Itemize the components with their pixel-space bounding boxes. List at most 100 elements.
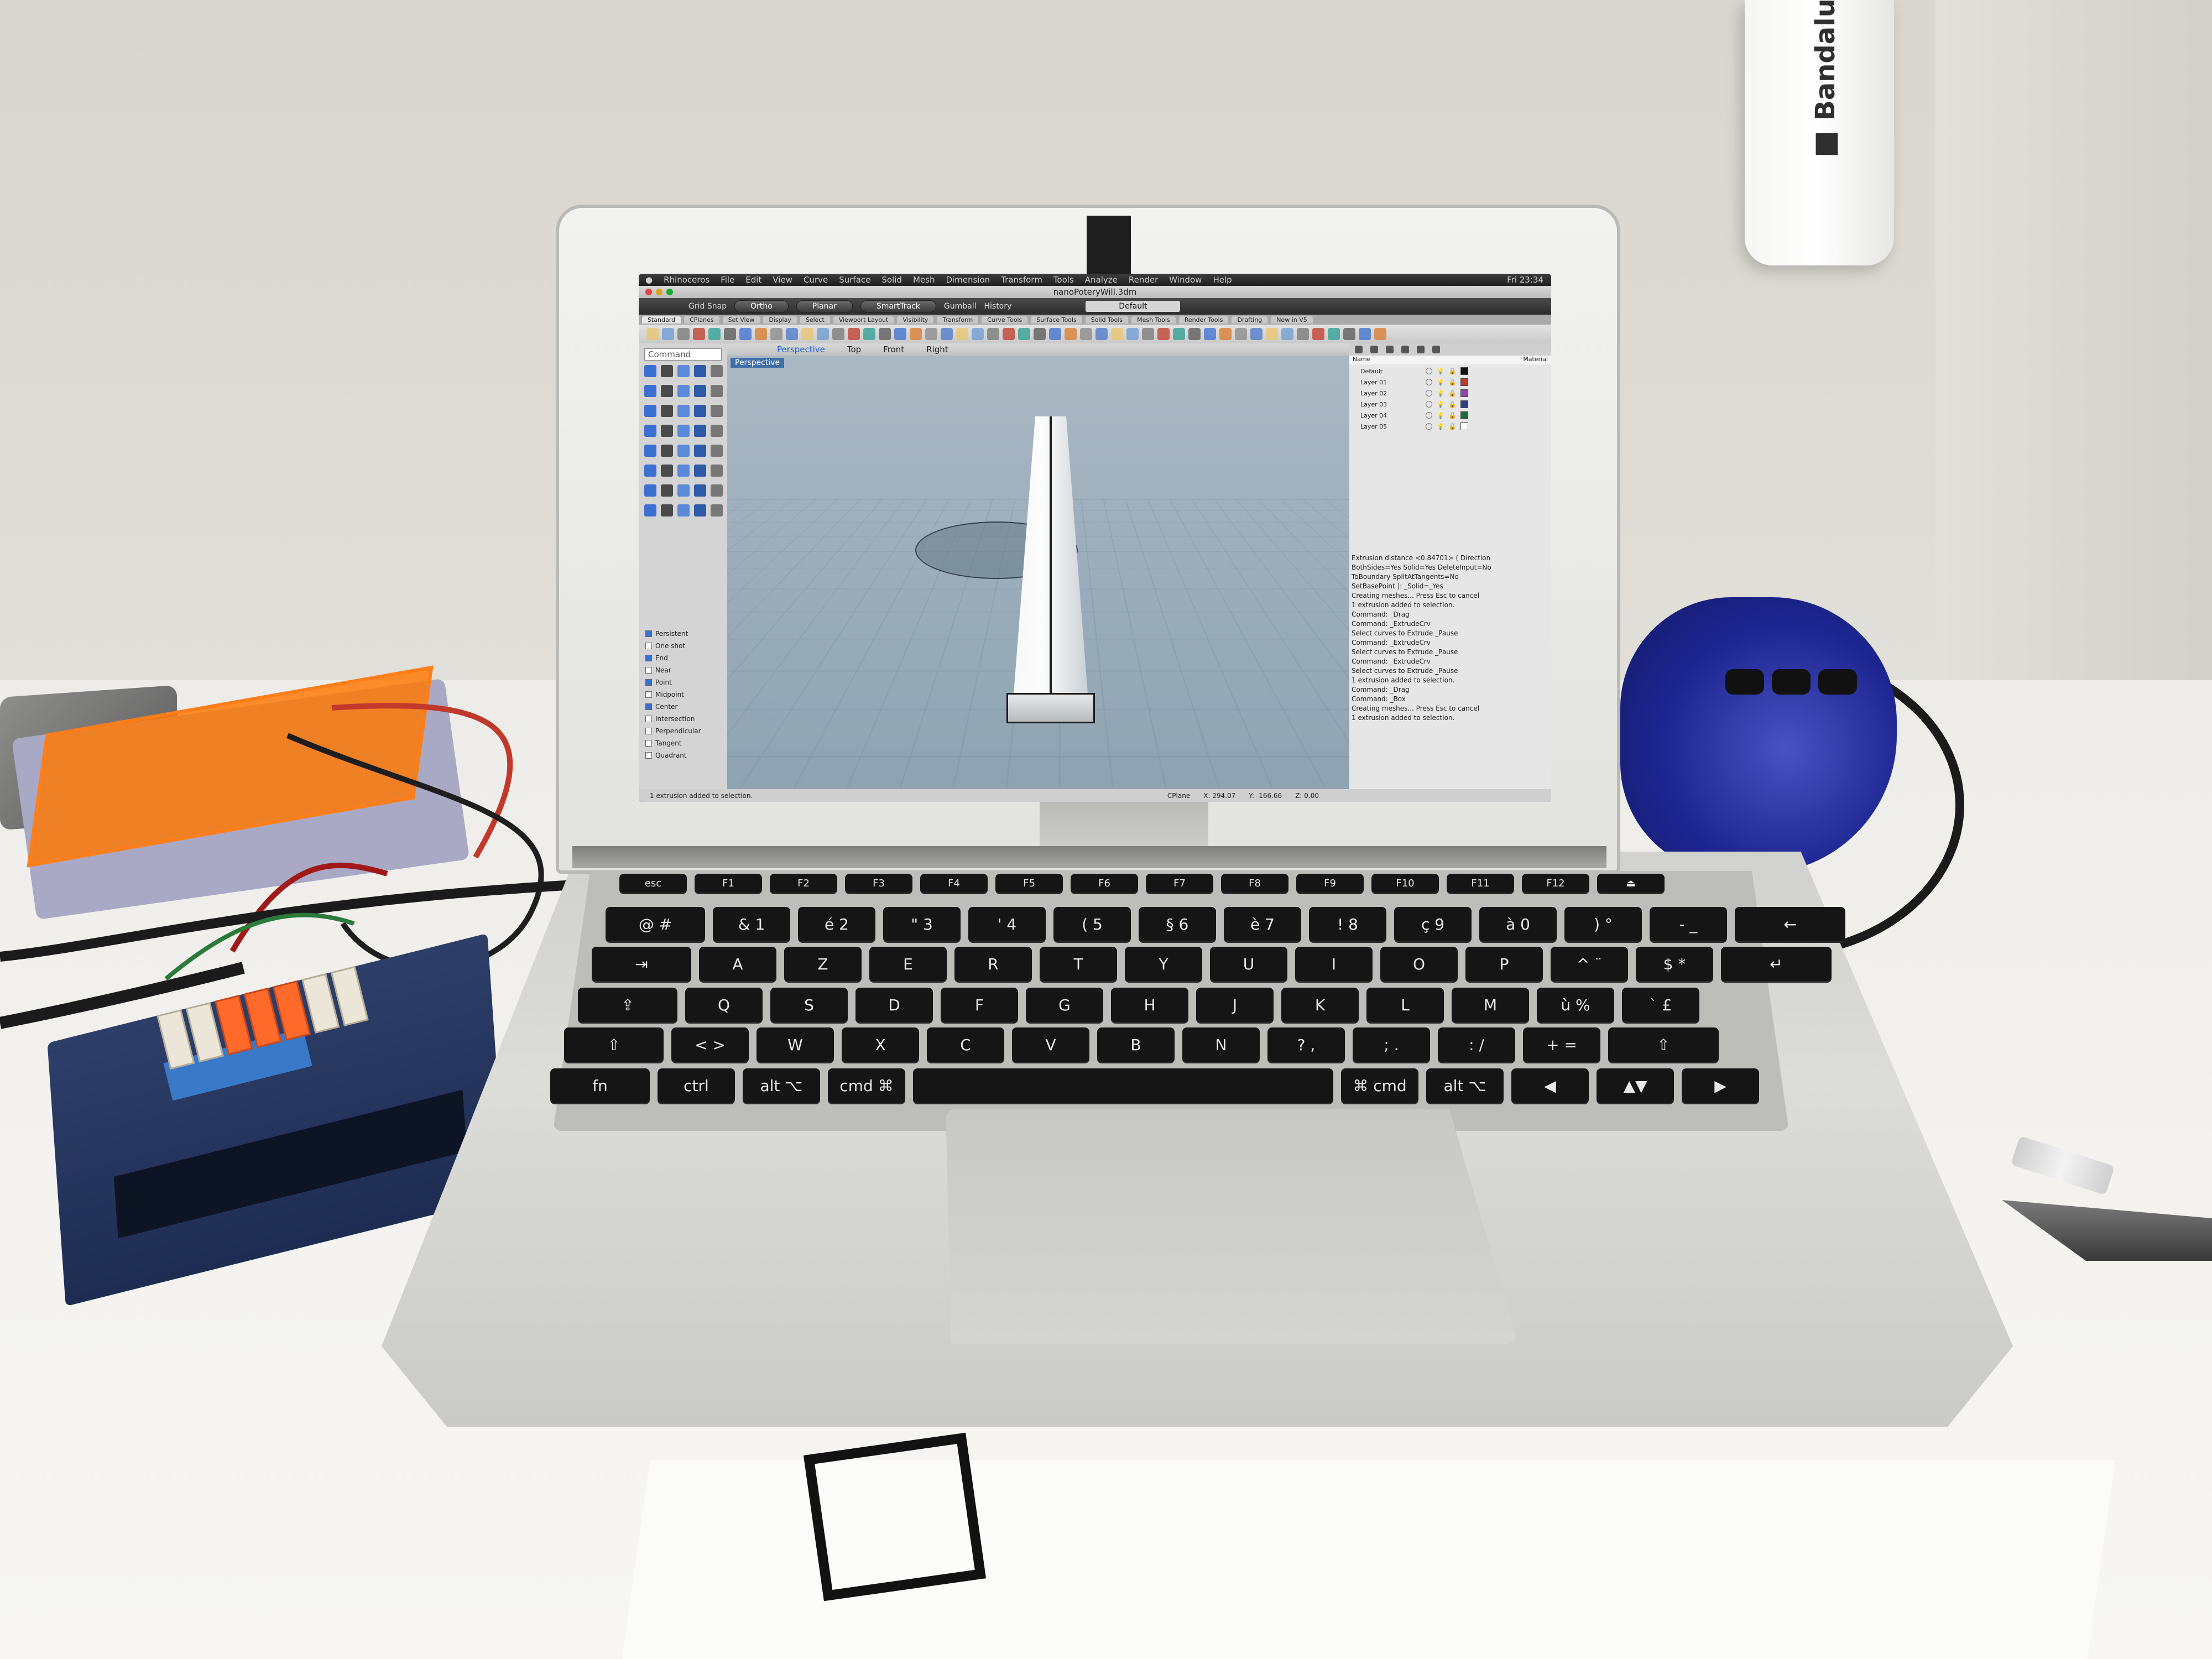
keyboard-key[interactable]: ) °	[1564, 907, 1642, 941]
keyboard-key[interactable]: Q	[685, 988, 763, 1022]
keyboard-key[interactable]: F8	[1221, 874, 1288, 893]
toolbar-icon[interactable]	[755, 328, 767, 340]
viewport-tab[interactable]: Right	[926, 345, 948, 354]
toolbar-icon[interactable]	[817, 328, 829, 340]
layer-current-icon[interactable]	[1426, 368, 1432, 374]
trackpad[interactable]	[946, 1109, 1518, 1344]
layer-color-swatch[interactable]	[1460, 378, 1468, 386]
osnap-checkbox[interactable]	[645, 728, 652, 734]
layer-visibility-icon[interactable]: 💡	[1437, 401, 1444, 408]
tool-icon[interactable]	[644, 385, 656, 397]
keyboard-key[interactable]: ⇪	[578, 988, 677, 1022]
layer-color-swatch[interactable]	[1460, 389, 1468, 397]
keyboard-key[interactable]: alt ⌥	[1426, 1068, 1504, 1103]
menu-item[interactable]: Solid	[881, 275, 902, 285]
keyboard-key[interactable]: G	[1026, 988, 1103, 1022]
keyboard-key[interactable]: ( 5	[1053, 907, 1131, 941]
command-input[interactable]: Command	[644, 348, 722, 361]
layer-row[interactable]: Default 💡 🔓	[1352, 366, 1551, 377]
cplane-indicator[interactable]: CPlane	[1167, 792, 1190, 800]
keyboard-key[interactable]: ; .	[1353, 1027, 1430, 1062]
keyboard-key[interactable]: é 2	[798, 907, 875, 941]
tool-icon[interactable]	[694, 365, 706, 377]
history-toggle[interactable]: History	[984, 302, 1011, 311]
toolbar-icon[interactable]	[1065, 328, 1077, 340]
tool-icon[interactable]	[661, 504, 673, 517]
layer-row[interactable]: Layer 05 💡 🔓	[1352, 421, 1551, 432]
menu-item[interactable]: Help	[1213, 275, 1232, 285]
smarttrack-toggle[interactable]: SmartTrack	[860, 300, 936, 312]
osnap-checkbox[interactable]	[645, 630, 652, 637]
tool-icon[interactable]	[677, 465, 690, 477]
keyboard-key[interactable]: I	[1295, 947, 1373, 981]
osnap-option[interactable]: End	[645, 652, 728, 664]
keyboard-key[interactable]: J	[1196, 988, 1274, 1022]
toolbar-tab[interactable]: Select	[800, 316, 830, 324]
toolbar-icon[interactable]	[910, 328, 922, 340]
keyboard-key[interactable]: S	[770, 988, 848, 1022]
keyboard-key[interactable]: Y	[1125, 947, 1202, 981]
toolbar-icon[interactable]	[987, 328, 999, 340]
toolbar-icon[interactable]	[894, 328, 906, 340]
keyboard-key[interactable]: H	[1111, 988, 1188, 1022]
toolbar-icon[interactable]	[677, 328, 690, 340]
layer-lock-icon[interactable]: 🔓	[1449, 423, 1457, 430]
osnap-option[interactable]: Quadrant	[645, 749, 728, 761]
grid-snap-toggle[interactable]: Grid Snap	[688, 302, 727, 311]
layer-current-icon[interactable]	[1426, 423, 1432, 430]
minimize-icon[interactable]	[656, 289, 662, 295]
tool-icon[interactable]	[677, 504, 690, 517]
osnap-option[interactable]: Persistent	[645, 628, 728, 640]
toolbar-tab[interactable]: Set View	[723, 316, 760, 324]
layer-row[interactable]: Layer 04 💡 🔓	[1352, 410, 1551, 421]
tool-icon[interactable]	[711, 504, 723, 517]
keyboard-key[interactable]: F2	[770, 874, 837, 893]
keyboard-key[interactable]: ⌘ cmd	[1341, 1068, 1418, 1103]
viewport-tab[interactable]: Perspective	[777, 345, 825, 354]
toolbar-icon[interactable]	[1188, 328, 1201, 340]
keyboard-key[interactable]: < >	[671, 1027, 749, 1062]
toolbar-icon[interactable]	[832, 328, 844, 340]
layer-current-icon[interactable]	[1426, 390, 1432, 397]
tool-icon[interactable]	[677, 484, 690, 497]
layer-color-swatch[interactable]	[1460, 367, 1468, 375]
osnap-checkbox[interactable]	[645, 703, 652, 710]
osnap-option[interactable]: Intersection	[645, 713, 728, 725]
keyboard-key[interactable]: F7	[1146, 874, 1213, 893]
tool-icon[interactable]	[711, 385, 723, 397]
keyboard-key[interactable]: F5	[995, 874, 1063, 893]
toolbar-icon[interactable]	[693, 328, 705, 340]
keyboard-key[interactable]: E	[869, 947, 947, 981]
toolbar-icon[interactable]	[1312, 328, 1324, 340]
osnap-option[interactable]: Midpoint	[645, 688, 728, 701]
toolbar-icon[interactable]	[1157, 328, 1170, 340]
close-icon[interactable]	[645, 289, 652, 295]
keyboard-key[interactable]: ⏏	[1597, 874, 1665, 893]
keyboard-key[interactable]: F10	[1371, 874, 1439, 893]
tool-icon[interactable]	[661, 445, 673, 457]
osnap-checkbox[interactable]	[645, 655, 652, 661]
keyboard-key[interactable]: & 1	[713, 907, 790, 941]
keyboard-key[interactable]	[913, 1068, 1333, 1103]
keyboard-key[interactable]: ctrl	[658, 1068, 735, 1103]
toolbar-icon[interactable]	[1359, 328, 1371, 340]
toolbar-icon[interactable]	[1343, 328, 1355, 340]
layers-icon[interactable]	[1355, 346, 1363, 353]
keyboard-key[interactable]: ◀	[1511, 1068, 1589, 1103]
keyboard-key[interactable]: L	[1366, 988, 1444, 1022]
tool-icon[interactable]	[661, 465, 673, 477]
keyboard-key[interactable]: U	[1210, 947, 1287, 981]
help-icon[interactable]	[1432, 346, 1440, 353]
layer-current-icon[interactable]	[1426, 412, 1432, 419]
keyboard-key[interactable]: ç 9	[1394, 907, 1472, 941]
layer-visibility-icon[interactable]: 💡	[1437, 412, 1444, 419]
toolbar-tab[interactable]: Transform	[937, 316, 978, 324]
keyboard-key[interactable]: F1	[695, 874, 762, 893]
perspective-viewport[interactable]: Perspective	[727, 356, 1349, 789]
tool-icon[interactable]	[661, 405, 673, 417]
tool-icon[interactable]	[644, 465, 656, 477]
gumball-toggle[interactable]: Gumball	[944, 302, 977, 311]
toolbar-icon[interactable]	[1235, 328, 1247, 340]
planar-toggle[interactable]: Planar	[796, 300, 853, 312]
menu-item[interactable]: Transform	[1001, 275, 1042, 285]
